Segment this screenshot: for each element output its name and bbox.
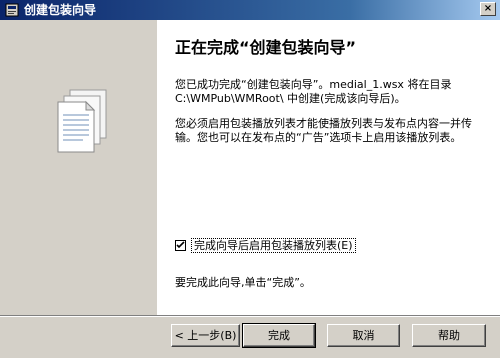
wizard-side-panel bbox=[0, 20, 157, 315]
enable-playlist-label[interactable]: 完成向导后启用包装播放列表(E) bbox=[191, 237, 356, 253]
enable-playlist-checkbox[interactable] bbox=[175, 239, 186, 251]
window-title: 创建包装向导 bbox=[24, 3, 97, 17]
close-button[interactable]: × bbox=[480, 2, 496, 16]
finish-button[interactable]: 完成 bbox=[242, 323, 316, 348]
wizard-window: 创建包装向导 × 正在完成“创建包装向导” 您已成功完成“创建包装向导”。med… bbox=[0, 0, 500, 358]
enable-playlist-option[interactable]: 完成向导后启用包装播放列表(E) bbox=[175, 237, 356, 253]
completion-message: 您已成功完成“创建包装向导”。medial_1.wsx 将在目录 C:\WMPu… bbox=[175, 78, 452, 105]
title-bar[interactable]: 创建包装向导 × bbox=[0, 0, 500, 20]
documents-icon bbox=[57, 89, 107, 153]
close-icon: × bbox=[483, 3, 493, 14]
page-title: 正在完成“创建包装向导” bbox=[175, 38, 357, 57]
cancel-button[interactable]: 取消 bbox=[327, 324, 400, 347]
back-button[interactable]: < 上一步(B) bbox=[171, 324, 240, 347]
wizard-icon bbox=[5, 3, 19, 17]
finish-instruction: 要完成此向导,单击“完成”。 bbox=[175, 276, 311, 289]
button-separator bbox=[0, 315, 500, 317]
wizard-content: 正在完成“创建包装向导” 您已成功完成“创建包装向导”。medial_1.wsx… bbox=[157, 20, 500, 315]
playlist-info: 您必须启用包装播放列表才能使播放列表与发布点内容一并传输。您也可以在发布点的“广… bbox=[175, 117, 472, 144]
help-button[interactable]: 帮助 bbox=[412, 324, 486, 347]
check-icon bbox=[176, 240, 185, 248]
